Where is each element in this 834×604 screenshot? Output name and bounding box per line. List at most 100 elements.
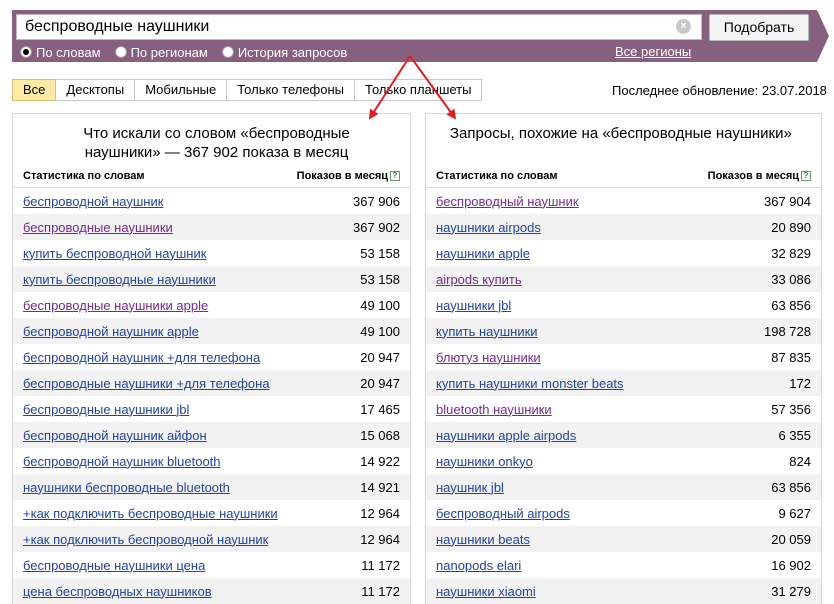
table-row: наушники onkyo 824: [426, 448, 821, 474]
column-words: Статистика по словам: [436, 170, 558, 182]
panel-title: Что искали со словом «беспроводные наушн…: [83, 125, 350, 161]
impressions-count: 57 356: [771, 401, 811, 417]
impressions-count: 15 068: [360, 427, 400, 443]
phrase-link[interactable]: блютуз наушники: [436, 350, 541, 365]
phrase-link[interactable]: беспроводные наушники +для телефона: [23, 376, 270, 391]
tab-tablets-only[interactable]: Только планшеты: [355, 79, 483, 101]
impressions-count: 11 172: [361, 583, 400, 599]
clear-icon[interactable]: ×: [676, 19, 691, 34]
phrase-link[interactable]: купить наушники: [436, 324, 538, 339]
phrase-link[interactable]: цена беспроводных наушников: [23, 584, 212, 599]
radio-checked-icon: [20, 46, 32, 58]
impressions-count: 367 902: [353, 219, 400, 235]
tab-desktops[interactable]: Десктопы: [56, 79, 136, 101]
radio-unchecked-icon: [221, 46, 234, 58]
phrase-link[interactable]: беспроводной наушник +для телефона: [23, 350, 260, 365]
phrase-link[interactable]: наушники airpods: [436, 220, 541, 235]
phrase-link[interactable]: беспроводной наушник айфон: [23, 428, 207, 443]
help-icon[interactable]: ?: [390, 171, 400, 181]
right-panel: Запросы, похожие на «беспроводные наушни…: [425, 113, 822, 604]
phrase-link[interactable]: беспроводные наушники: [23, 220, 173, 235]
impressions-count: 367 904: [764, 193, 811, 209]
table-row: беспроводные наушники 367 902: [13, 214, 410, 240]
column-shows: Показов в месяц?: [708, 170, 811, 182]
column-header: Статистика по словам Показов в месяц?: [23, 170, 400, 186]
phrase-link[interactable]: наушники беспроводные bluetooth: [23, 480, 230, 495]
phrase-link[interactable]: +как подключить беспроводные наушники: [23, 506, 278, 521]
tab-all[interactable]: Все: [12, 79, 57, 101]
phrase-link[interactable]: bluetooth наушники: [436, 402, 552, 417]
search-mode-group: По словам По регионам История запросов: [20, 44, 361, 60]
radio-label: По регионам: [130, 44, 208, 60]
table-row: наушники beats 20 059: [426, 526, 821, 552]
phrase-link[interactable]: беспроводные наушники apple: [23, 298, 208, 313]
phrase-link[interactable]: наушники apple airpods: [436, 428, 576, 443]
column-words: Статистика по словам: [23, 170, 145, 182]
phrase-link[interactable]: беспроводной наушник apple: [23, 324, 199, 339]
table-row: беспроводной наушник 367 906: [13, 188, 410, 214]
radio-by-regions[interactable]: По регионам: [114, 44, 208, 60]
phrase-link[interactable]: airpods купить: [436, 272, 522, 287]
phrase-link[interactable]: наушник jbl: [436, 480, 504, 495]
table-row: беспроводные наушники jbl 17 465: [13, 396, 410, 422]
impressions-count: 14 921: [360, 479, 400, 495]
phrase-link[interactable]: беспроводный airpods: [436, 506, 570, 521]
table-row: +как подключить беспроводные наушники 12 …: [13, 500, 410, 526]
impressions-count: 12 964: [360, 505, 400, 521]
impressions-count: 87 835: [771, 349, 811, 365]
table-row: наушники apple airpods 6 355: [426, 422, 821, 448]
table-row: nanopods elari 16 902: [426, 552, 821, 578]
phrase-link[interactable]: наушники onkyo: [436, 454, 533, 469]
phrase-link[interactable]: наушники jbl: [436, 298, 511, 313]
phrase-link[interactable]: наушники apple: [436, 246, 530, 261]
left-table: беспроводной наушник 367 906 беспроводные …: [13, 187, 410, 604]
column-shows: Показов в месяц?: [297, 170, 400, 182]
phrase-link[interactable]: nanopods elari: [436, 558, 521, 573]
phrase-link[interactable]: наушники xiaomi: [436, 584, 536, 599]
tab-phones-only[interactable]: Только телефоны: [227, 79, 356, 101]
radio-by-words[interactable]: По словам: [20, 45, 101, 60]
impressions-count: 9 627: [778, 505, 811, 521]
submit-button[interactable]: Подобрать: [709, 14, 809, 41]
column-shows-label: Показов в месяц: [707, 170, 799, 182]
table-row: беспроводной наушник apple 49 100: [13, 318, 410, 344]
impressions-count: 198 728: [764, 323, 811, 339]
impressions-count: 31 279: [771, 583, 811, 599]
column-shows-label: Показов в месяц: [296, 170, 388, 182]
table-row: купить наушники monster beats 172: [426, 370, 821, 396]
table-row: беспроводные наушники цена 11 172: [13, 552, 410, 578]
phrase-link[interactable]: купить беспроводные наушники: [23, 272, 216, 287]
radio-label: По словам: [36, 44, 101, 60]
table-row: беспроводные наушники +для телефона 20 94…: [13, 370, 410, 396]
tab-mobile[interactable]: Мобильные: [135, 79, 228, 101]
phrase-link[interactable]: купить наушники monster beats: [436, 376, 624, 391]
all-regions-link[interactable]: Все регионы: [615, 44, 691, 59]
phrase-link[interactable]: беспроводный наушник: [436, 194, 579, 209]
impressions-count: 11 172: [361, 557, 400, 573]
phrase-link[interactable]: наушники beats: [436, 532, 530, 547]
phrase-link[interactable]: купить беспроводной наушник: [23, 246, 206, 261]
table-row: +как подключить беспроводной наушник 12 9…: [13, 526, 410, 552]
phrase-link[interactable]: беспроводные наушники цена: [23, 558, 205, 573]
table-row: беспроводной наушник +для телефона 20 947: [13, 344, 410, 370]
help-icon[interactable]: ?: [801, 171, 811, 181]
radio-unchecked-icon: [114, 46, 127, 58]
table-row: беспроводной наушник айфон 15 068: [13, 422, 410, 448]
radio-label: История запросов: [237, 44, 348, 60]
impressions-count: 33 086: [771, 271, 811, 287]
radio-history[interactable]: История запросов: [221, 44, 348, 60]
phrase-link[interactable]: беспроводной наушник bluetooth: [23, 454, 221, 469]
impressions-count: 20 947: [360, 375, 400, 391]
table-row: беспроводный airpods 9 627: [426, 500, 821, 526]
search-input[interactable]: беспроводные наушники: [16, 14, 702, 40]
table-row: беспроводный наушник 367 904: [426, 188, 821, 214]
impressions-count: 63 856: [771, 297, 811, 313]
table-row: цена беспроводных наушников 11 172: [13, 578, 410, 604]
device-tabs: Все Десктопы Мобильные Только телефоны Т…: [12, 79, 483, 101]
table-row: купить беспроводные наушники 53 158: [13, 266, 410, 292]
phrase-link[interactable]: беспроводные наушники jbl: [23, 402, 189, 417]
impressions-count: 32 829: [771, 245, 811, 261]
phrase-link[interactable]: +как подключить беспроводной наушник: [23, 532, 268, 547]
phrase-link[interactable]: беспроводной наушник: [23, 194, 163, 209]
impressions-count: 20 059: [771, 531, 811, 547]
